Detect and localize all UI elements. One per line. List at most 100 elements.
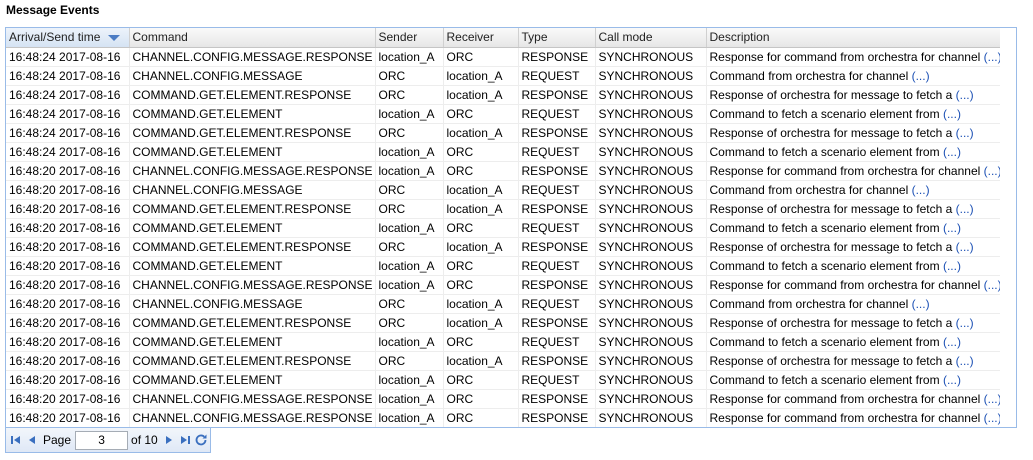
expand-description-link[interactable]: (...) — [943, 107, 961, 121]
cell-type: RESPONSE — [518, 408, 596, 427]
table-row[interactable]: 16:48:24 2017-08-16 COMMAND.GET.ELEMENT.R… — [6, 123, 1016, 143]
expand-description-link[interactable]: (...) — [912, 69, 930, 83]
cell-type: REQUEST — [518, 332, 596, 352]
cell-arrival-time: 16:48:20 2017-08-16 — [6, 237, 130, 257]
sort-descending-icon[interactable] — [108, 35, 121, 42]
cell-call-mode: SYNCHRONOUS — [595, 161, 707, 181]
expand-description-link[interactable]: (...) — [943, 259, 961, 273]
expand-description-link[interactable]: (...) — [912, 183, 930, 197]
description-text: Command from orchestra for channel — [709, 182, 909, 197]
cell-receiver: location_A — [443, 199, 519, 219]
column-header-type[interactable]: Type — [518, 28, 596, 48]
cell-call-mode: SYNCHRONOUS — [595, 218, 707, 238]
cell-sender: ORC — [375, 199, 444, 219]
table-row[interactable]: 16:48:20 2017-08-16 CHANNEL.CONFIG.MESSAG… — [6, 294, 1016, 314]
cell-call-mode: SYNCHRONOUS — [595, 123, 707, 143]
expand-description-link[interactable]: (...) — [912, 297, 930, 311]
table-row[interactable]: 16:48:20 2017-08-16 COMMAND.GET.ELEMENT lo… — [6, 332, 1016, 352]
expand-description-link[interactable]: (...) — [984, 411, 1002, 425]
cell-receiver: ORC — [443, 256, 519, 276]
cell-description: Response of orchestra for message to fet… — [706, 351, 1016, 371]
description-text: Response for command from orchestra for … — [709, 49, 981, 64]
cell-sender: ORC — [375, 180, 444, 200]
page-count-label: of 10 — [131, 433, 158, 447]
table-row[interactable]: 16:48:20 2017-08-16 CHANNEL.CONFIG.MESSAG… — [6, 161, 1016, 181]
cell-command: CHANNEL.CONFIG.MESSAGE — [129, 180, 376, 200]
cell-type: RESPONSE — [518, 313, 596, 333]
prev-page-icon[interactable] — [25, 432, 39, 448]
cell-receiver: ORC — [443, 332, 519, 352]
cell-command: COMMAND.GET.ELEMENT.RESPONSE — [129, 199, 376, 219]
cell-arrival-time: 16:48:20 2017-08-16 — [6, 218, 130, 238]
table-row[interactable]: 16:48:20 2017-08-16 COMMAND.GET.ELEMENT.R… — [6, 199, 1016, 219]
description-text: Command to fetch a scenario element from — [709, 144, 940, 159]
table-row[interactable]: 16:48:24 2017-08-16 COMMAND.GET.ELEMENT.R… — [6, 85, 1016, 105]
cell-call-mode: SYNCHRONOUS — [595, 180, 707, 200]
expand-description-link[interactable]: (...) — [956, 88, 974, 102]
table-row[interactable]: 16:48:24 2017-08-16 CHANNEL.CONFIG.MESSAG… — [6, 66, 1016, 86]
cell-command: COMMAND.GET.ELEMENT.RESPONSE — [129, 123, 376, 143]
cell-description: Command from orchestra for channel (...) — [706, 180, 1016, 200]
table-row[interactable]: 16:48:20 2017-08-16 CHANNEL.CONFIG.MESSAG… — [6, 275, 1016, 295]
description-text: Command from orchestra for channel — [709, 296, 909, 311]
cell-sender: location_A — [375, 161, 444, 181]
refresh-icon[interactable] — [194, 432, 208, 448]
column-header-command[interactable]: Command — [129, 28, 376, 48]
cell-arrival-time: 16:48:24 2017-08-16 — [6, 123, 130, 143]
cell-description: Response for command from orchestra for … — [706, 275, 1016, 295]
cell-type: RESPONSE — [518, 85, 596, 105]
table-row[interactable]: 16:48:24 2017-08-16 COMMAND.GET.ELEMENT lo… — [6, 104, 1016, 124]
column-header-arrival-time[interactable]: Arrival/Send time — [6, 28, 130, 48]
table-row[interactable]: 16:48:20 2017-08-16 COMMAND.GET.ELEMENT.R… — [6, 351, 1016, 371]
cell-call-mode: SYNCHRONOUS — [595, 142, 707, 162]
expand-description-link[interactable]: (...) — [984, 164, 1002, 178]
expand-description-link[interactable]: (...) — [956, 240, 974, 254]
column-header-receiver[interactable]: Receiver — [443, 28, 519, 48]
table-row[interactable]: 16:48:20 2017-08-16 COMMAND.GET.ELEMENT lo… — [6, 256, 1016, 276]
table-row[interactable]: 16:48:20 2017-08-16 COMMAND.GET.ELEMENT lo… — [6, 218, 1016, 238]
last-page-icon[interactable] — [178, 432, 192, 448]
table-row[interactable]: 16:48:20 2017-08-16 CHANNEL.CONFIG.MESSAG… — [6, 408, 1016, 427]
next-page-icon[interactable] — [162, 432, 176, 448]
cell-command: CHANNEL.CONFIG.MESSAGE.RESPONSE — [129, 275, 376, 295]
column-header-sender[interactable]: Sender — [375, 28, 444, 48]
cell-type: RESPONSE — [518, 161, 596, 181]
table-row[interactable]: 16:48:20 2017-08-16 COMMAND.GET.ELEMENT.R… — [6, 237, 1016, 257]
cell-type: RESPONSE — [518, 199, 596, 219]
cell-call-mode: SYNCHRONOUS — [595, 104, 707, 124]
cell-arrival-time: 16:48:24 2017-08-16 — [6, 142, 130, 162]
column-header-call-mode[interactable]: Call mode — [595, 28, 707, 48]
expand-description-link[interactable]: (...) — [956, 202, 974, 216]
cell-sender: location_A — [375, 332, 444, 352]
first-page-icon[interactable] — [9, 432, 23, 448]
expand-description-link[interactable]: (...) — [956, 316, 974, 330]
cell-description: Response of orchestra for message to fet… — [706, 123, 1016, 143]
table-row[interactable]: 16:48:20 2017-08-16 CHANNEL.CONFIG.MESSAG… — [6, 180, 1016, 200]
table-row[interactable]: 16:48:20 2017-08-16 CHANNEL.CONFIG.MESSAG… — [6, 389, 1016, 409]
expand-description-link[interactable]: (...) — [984, 278, 1002, 292]
expand-description-link[interactable]: (...) — [943, 373, 961, 387]
table-row[interactable]: 16:48:24 2017-08-16 COMMAND.GET.ELEMENT lo… — [6, 142, 1016, 162]
expand-description-link[interactable]: (...) — [943, 221, 961, 235]
cell-type: RESPONSE — [518, 389, 596, 409]
page-number-input[interactable] — [75, 430, 129, 450]
column-header-description[interactable]: Description — [706, 28, 1016, 48]
cell-call-mode: SYNCHRONOUS — [595, 389, 707, 409]
expand-description-link[interactable]: (...) — [943, 335, 961, 349]
table-row[interactable]: 16:48:24 2017-08-16 CHANNEL.CONFIG.MESSAG… — [6, 47, 1016, 67]
expand-description-link[interactable]: (...) — [984, 50, 1002, 64]
cell-receiver: ORC — [443, 408, 519, 427]
cell-call-mode: SYNCHRONOUS — [595, 199, 707, 219]
cell-sender: location_A — [375, 370, 444, 390]
expand-description-link[interactable]: (...) — [956, 354, 974, 368]
expand-description-link[interactable]: (...) — [984, 392, 1002, 406]
expand-description-link[interactable]: (...) — [943, 145, 961, 159]
description-text: Response for command from orchestra for … — [709, 277, 981, 292]
cell-arrival-time: 16:48:20 2017-08-16 — [6, 313, 130, 333]
table-row[interactable]: 16:48:20 2017-08-16 COMMAND.GET.ELEMENT.R… — [6, 313, 1016, 333]
cell-command: CHANNEL.CONFIG.MESSAGE.RESPONSE — [129, 161, 376, 181]
cell-arrival-time: 16:48:24 2017-08-16 — [6, 47, 130, 67]
table-row[interactable]: 16:48:20 2017-08-16 COMMAND.GET.ELEMENT lo… — [6, 370, 1016, 390]
cell-arrival-time: 16:48:24 2017-08-16 — [6, 104, 130, 124]
expand-description-link[interactable]: (...) — [956, 126, 974, 140]
